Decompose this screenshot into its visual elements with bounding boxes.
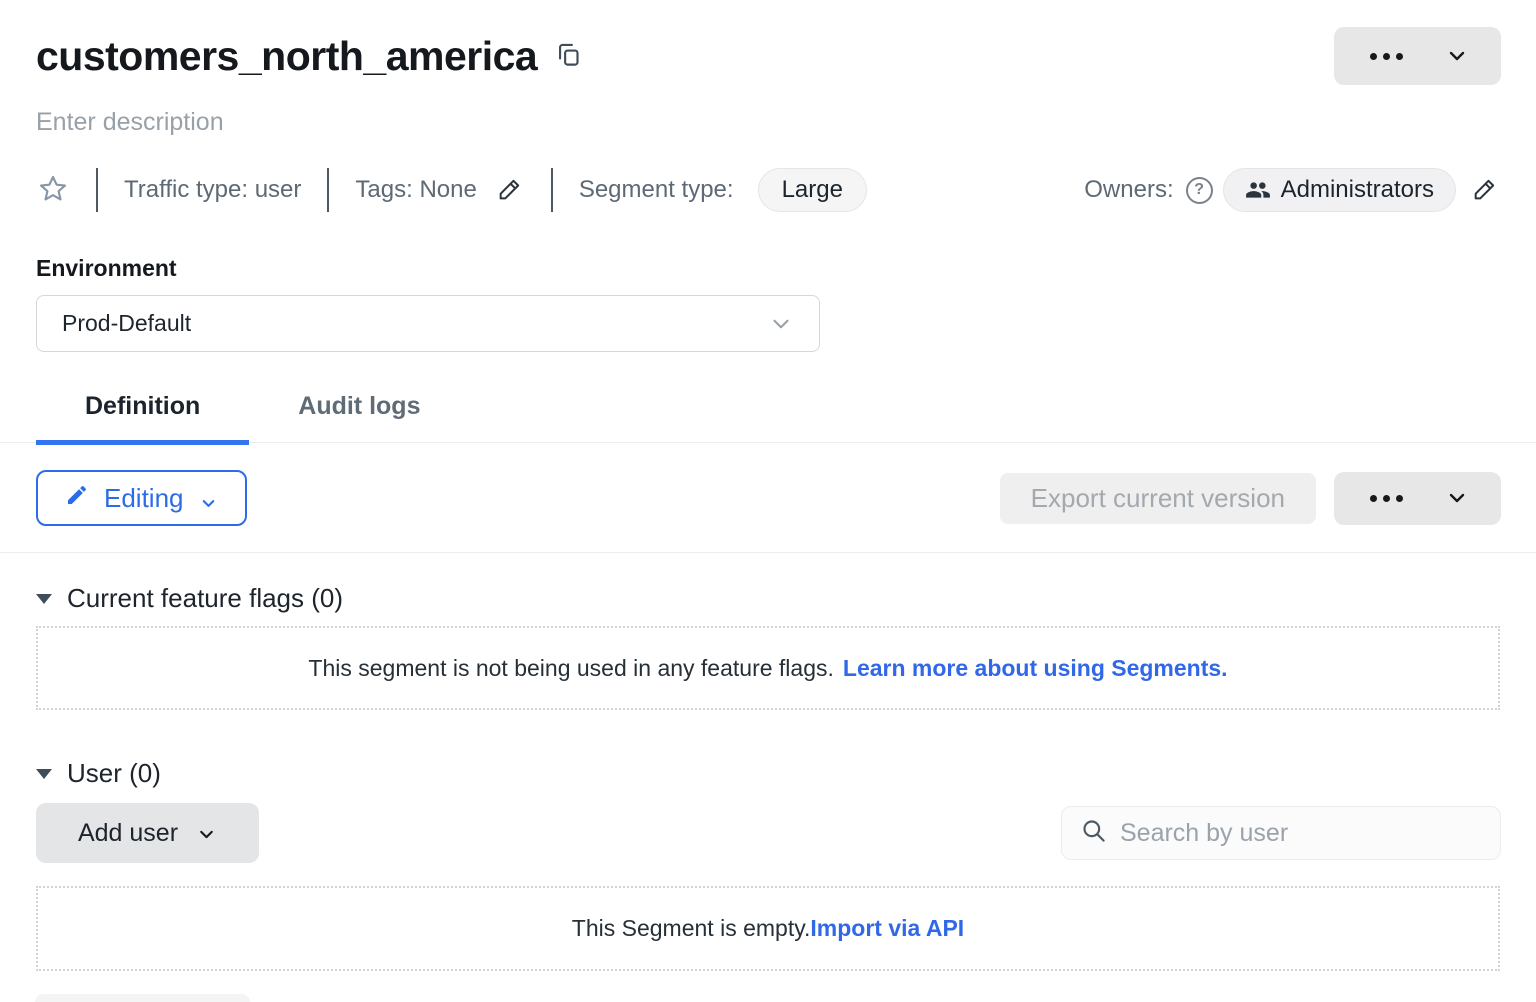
tab-bar: Definition Audit logs <box>0 392 1536 443</box>
search-icon <box>1080 817 1107 849</box>
segment-type-badge: Large <box>758 168 867 212</box>
section-divider <box>0 552 1536 553</box>
owners-help-icon[interactable]: ? <box>1186 177 1213 204</box>
user-search-box <box>1061 806 1501 860</box>
learn-more-link[interactable]: Learn more about using Segments. <box>843 655 1228 682</box>
collapse-triangle-icon[interactable] <box>36 594 52 604</box>
tab-audit-logs[interactable]: Audit logs <box>249 392 469 445</box>
copy-icon <box>555 41 582 71</box>
pencil-icon <box>496 191 524 206</box>
owners-group: Owners: ? Administrators <box>1084 168 1500 212</box>
chevron-down-icon <box>196 823 217 844</box>
add-user-label: Add user <box>78 819 178 848</box>
editing-mode-button[interactable]: Editing <box>36 470 247 526</box>
import-via-api-link[interactable]: Import via API <box>810 915 964 942</box>
chevron-down-icon <box>1445 486 1469 510</box>
collapse-triangle-icon[interactable] <box>36 769 52 779</box>
favorite-star-button[interactable] <box>36 173 70 207</box>
segment-empty-text: This Segment is empty. <box>572 915 811 942</box>
feature-flags-empty-box: This segment is not being used in any fe… <box>36 626 1500 710</box>
meta-separator <box>96 168 98 212</box>
owners-value: Administrators <box>1281 176 1434 204</box>
user-heading-label: User (0) <box>67 758 161 789</box>
feature-flags-empty-text: This segment is not being used in any fe… <box>308 655 833 682</box>
tab-definition[interactable]: Definition <box>36 392 249 445</box>
title-row: customers_north_america <box>36 28 1501 84</box>
segment-detail-page: customers_north_america Enter descriptio… <box>0 0 1536 1002</box>
ellipsis-icon <box>1370 495 1403 502</box>
chevron-down-icon <box>1445 44 1469 68</box>
page-title: customers_north_america <box>36 33 537 80</box>
people-icon <box>1245 177 1271 203</box>
environment-select[interactable]: Prod-Default <box>36 295 820 352</box>
user-controls-row: Add user <box>36 803 1501 863</box>
ellipsis-icon <box>1370 53 1403 60</box>
owners-badge[interactable]: Administrators <box>1223 168 1456 212</box>
feature-flags-heading: Current feature flags (0) <box>36 583 1500 614</box>
star-icon <box>37 193 69 208</box>
definition-toolbar: Editing Export current version <box>36 470 1501 526</box>
pencil-icon <box>1471 191 1499 206</box>
user-section-heading: User (0) <box>36 758 1500 789</box>
segment-empty-box: This Segment is empty.Import via API <box>36 886 1500 971</box>
export-current-version-button[interactable]: Export current version <box>1000 473 1316 524</box>
bottom-partial-element <box>35 994 250 1002</box>
feature-flags-heading-label: Current feature flags (0) <box>67 583 343 614</box>
tags-label: Tags: None <box>355 176 476 204</box>
segment-type-label: Segment type: <box>579 176 734 204</box>
segment-type-group: Segment type: Large <box>579 168 867 212</box>
chevron-down-icon <box>199 489 218 508</box>
search-by-user-input[interactable] <box>1120 819 1482 848</box>
add-user-button[interactable]: Add user <box>36 803 259 863</box>
traffic-type-label: Traffic type: user <box>124 176 301 204</box>
pencil-icon <box>65 483 89 514</box>
chevron-down-icon <box>768 311 794 337</box>
meta-row: Traffic type: user Tags: None Segment ty… <box>36 167 1500 213</box>
owners-label: Owners: <box>1084 176 1173 204</box>
copy-name-button[interactable] <box>555 41 585 71</box>
edit-tags-button[interactable] <box>495 175 525 205</box>
environment-selected-value: Prod-Default <box>62 310 191 337</box>
description-field[interactable]: Enter description <box>36 108 1500 137</box>
tags-group: Tags: None <box>355 175 524 205</box>
edit-owners-button[interactable] <box>1470 175 1500 205</box>
meta-separator <box>327 168 329 212</box>
segment-more-options-button[interactable] <box>1334 27 1501 85</box>
definition-more-options-button[interactable] <box>1334 472 1501 525</box>
toolbar-right-group: Export current version <box>1000 472 1501 525</box>
environment-label: Environment <box>36 255 1500 282</box>
editing-label: Editing <box>104 483 184 514</box>
meta-separator <box>551 168 553 212</box>
